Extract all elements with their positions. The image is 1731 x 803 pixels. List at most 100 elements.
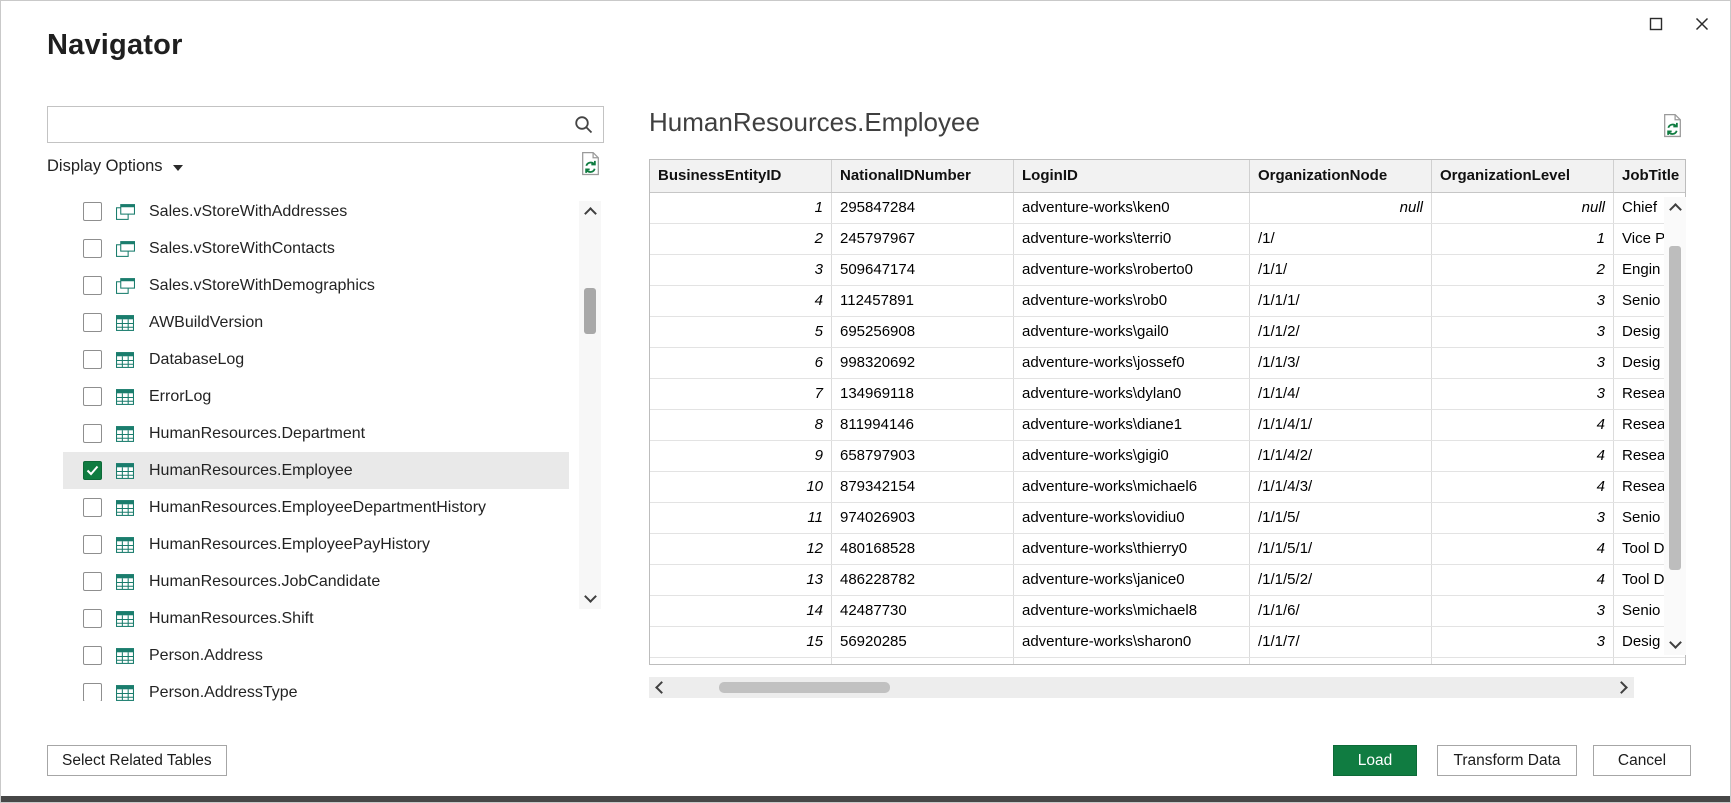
item-label: DatabaseLog xyxy=(149,350,245,368)
preview-vertical-scrollbar[interactable] xyxy=(1664,197,1686,655)
cell: adventure-works\diane1 xyxy=(1014,410,1250,440)
scrollbar-thumb[interactable] xyxy=(719,682,890,693)
table-row xyxy=(650,658,1685,664)
table-row: 7 134969118 adventure-works\dylan0/1/1/4/3… xyxy=(650,379,1685,410)
table-row: 15 56920285 adventure-works\sharon0/1/1/7/… xyxy=(650,627,1685,658)
display-options-label: Display Options xyxy=(47,157,163,175)
item-label: AWBuildVersion xyxy=(149,313,264,331)
scroll-up-icon[interactable] xyxy=(1668,203,1682,216)
cell: 9 xyxy=(650,441,832,471)
table-icon xyxy=(116,684,136,701)
unchecked-checkbox[interactable] xyxy=(83,609,102,628)
column-header: BusinessEntityID xyxy=(650,160,832,192)
cell: 4 xyxy=(650,286,832,316)
cell: adventure-works\gigi0 xyxy=(1014,441,1250,471)
preview-refresh-icon[interactable] xyxy=(1661,113,1684,143)
cell: /1/1/4/ xyxy=(1250,379,1432,409)
cancel-button[interactable]: Cancel xyxy=(1593,745,1691,776)
navigator-dialog: Navigator Display Options Sales.vStoreWi… xyxy=(0,0,1731,803)
close-icon xyxy=(1694,16,1710,37)
display-options-dropdown[interactable]: Display Options xyxy=(47,157,183,176)
cell: /1/1/3/ xyxy=(1250,348,1432,378)
unchecked-checkbox[interactable] xyxy=(83,572,102,591)
table-row: 14 42487730 adventure-works\michael8/1/1/6… xyxy=(650,596,1685,627)
scroll-left-icon[interactable] xyxy=(655,681,668,694)
cell: 695256908 xyxy=(832,317,1014,347)
chevron-down-icon xyxy=(172,165,183,171)
cell: adventure-works\janice0 xyxy=(1014,565,1250,595)
search-input[interactable] xyxy=(48,107,569,142)
cell: 4 xyxy=(1432,534,1614,564)
list-item[interactable]: Sales.vStoreWithAddresses xyxy=(63,193,569,230)
cell: /1/1/1/ xyxy=(1250,286,1432,316)
scroll-down-icon[interactable] xyxy=(583,590,597,603)
cell: /1/ xyxy=(1250,224,1432,254)
cell: adventure-works\dylan0 xyxy=(1014,379,1250,409)
item-label: HumanResources.Employee xyxy=(149,461,353,479)
unchecked-checkbox[interactable] xyxy=(83,387,102,406)
cell: 3 xyxy=(1432,627,1614,657)
transform-data-button[interactable]: Transform Data xyxy=(1437,745,1577,776)
cell: 1 xyxy=(1432,224,1614,254)
data-preview-table: BusinessEntityID NationalIDNumber LoginID O… xyxy=(649,159,1686,665)
scroll-up-icon[interactable] xyxy=(583,207,597,220)
preview-body: 1 295847284 adventure-works\ken0 null null Ch… xyxy=(650,193,1685,664)
list-item[interactable]: HumanResources.EmployeePayHistory xyxy=(63,526,569,563)
list-item[interactable]: Sales.vStoreWithContacts xyxy=(63,230,569,267)
unchecked-checkbox[interactable] xyxy=(83,350,102,369)
view-icon xyxy=(116,240,136,257)
table-row: 11 974026903 adventure-works\ovidiu0/1/1/5… xyxy=(650,503,1685,534)
item-label: Sales.vStoreWithAddresses xyxy=(149,202,348,220)
scroll-down-icon[interactable] xyxy=(1668,636,1682,649)
list-item[interactable]: HumanResources.EmployeeDepartmentHistory xyxy=(63,489,569,526)
sidebar-refresh-icon[interactable] xyxy=(579,151,602,181)
list-item[interactable]: ErrorLog xyxy=(63,378,569,415)
cell xyxy=(1432,658,1614,664)
search-icon[interactable] xyxy=(569,114,603,135)
table-row: 4 112457891 adventure-works\rob0/1/1/1/3 Se… xyxy=(650,286,1685,317)
unchecked-checkbox[interactable] xyxy=(83,646,102,665)
cell: 10 xyxy=(650,472,832,502)
cell: /1/1/6/ xyxy=(1250,596,1432,626)
list-item[interactable]: HumanResources.JobCandidate xyxy=(63,563,569,600)
table-row: 5 695256908 adventure-works\gail0/1/1/2/3 D… xyxy=(650,317,1685,348)
select-related-tables-button[interactable]: Select Related Tables xyxy=(47,745,227,776)
list-item[interactable]: HumanResources.Department xyxy=(63,415,569,452)
list-item[interactable]: Sales.vStoreWithDemographics xyxy=(63,267,569,304)
unchecked-checkbox[interactable] xyxy=(83,535,102,554)
load-button[interactable]: Load xyxy=(1333,745,1417,776)
preview-horizontal-scrollbar[interactable] xyxy=(649,677,1634,698)
cell: /1/1/5/2/ xyxy=(1250,565,1432,595)
scrollbar-thumb[interactable] xyxy=(584,288,596,334)
list-item[interactable]: AWBuildVersion xyxy=(63,304,569,341)
cell: 245797967 xyxy=(832,224,1014,254)
unchecked-checkbox[interactable] xyxy=(83,424,102,443)
unchecked-checkbox[interactable] xyxy=(83,202,102,221)
cell: 1 xyxy=(650,193,832,223)
scrollbar-thumb[interactable] xyxy=(1669,246,1681,570)
cell: adventure-works\michael8 xyxy=(1014,596,1250,626)
column-header: LoginID xyxy=(1014,160,1250,192)
unchecked-checkbox[interactable] xyxy=(83,683,102,701)
list-item[interactable]: DatabaseLog xyxy=(63,341,569,378)
unchecked-checkbox[interactable] xyxy=(83,276,102,295)
list-item[interactable]: HumanResources.Shift xyxy=(63,600,569,637)
unchecked-checkbox[interactable] xyxy=(83,313,102,332)
list-item[interactable]: HumanResources.Employee xyxy=(63,452,569,489)
list-item[interactable]: Person.Address xyxy=(63,637,569,674)
cell: 2 xyxy=(1432,255,1614,285)
scroll-right-icon[interactable] xyxy=(1615,681,1628,694)
unchecked-checkbox[interactable] xyxy=(83,239,102,258)
item-label: ErrorLog xyxy=(149,387,212,405)
unchecked-checkbox[interactable] xyxy=(83,498,102,517)
table-row: 3 509647174 adventure-works\roberto0/1/1/2… xyxy=(650,255,1685,286)
list-item[interactable]: Person.AddressType xyxy=(63,674,569,701)
maximize-button[interactable] xyxy=(1639,9,1673,43)
close-button[interactable] xyxy=(1685,9,1719,43)
item-label: HumanResources.Shift xyxy=(149,609,314,627)
sidebar-scrollbar[interactable] xyxy=(579,201,601,609)
checked-checkbox[interactable] xyxy=(83,461,102,480)
cell: null xyxy=(1250,193,1432,223)
cell: 134969118 xyxy=(832,379,1014,409)
cell: adventure-works\gail0 xyxy=(1014,317,1250,347)
